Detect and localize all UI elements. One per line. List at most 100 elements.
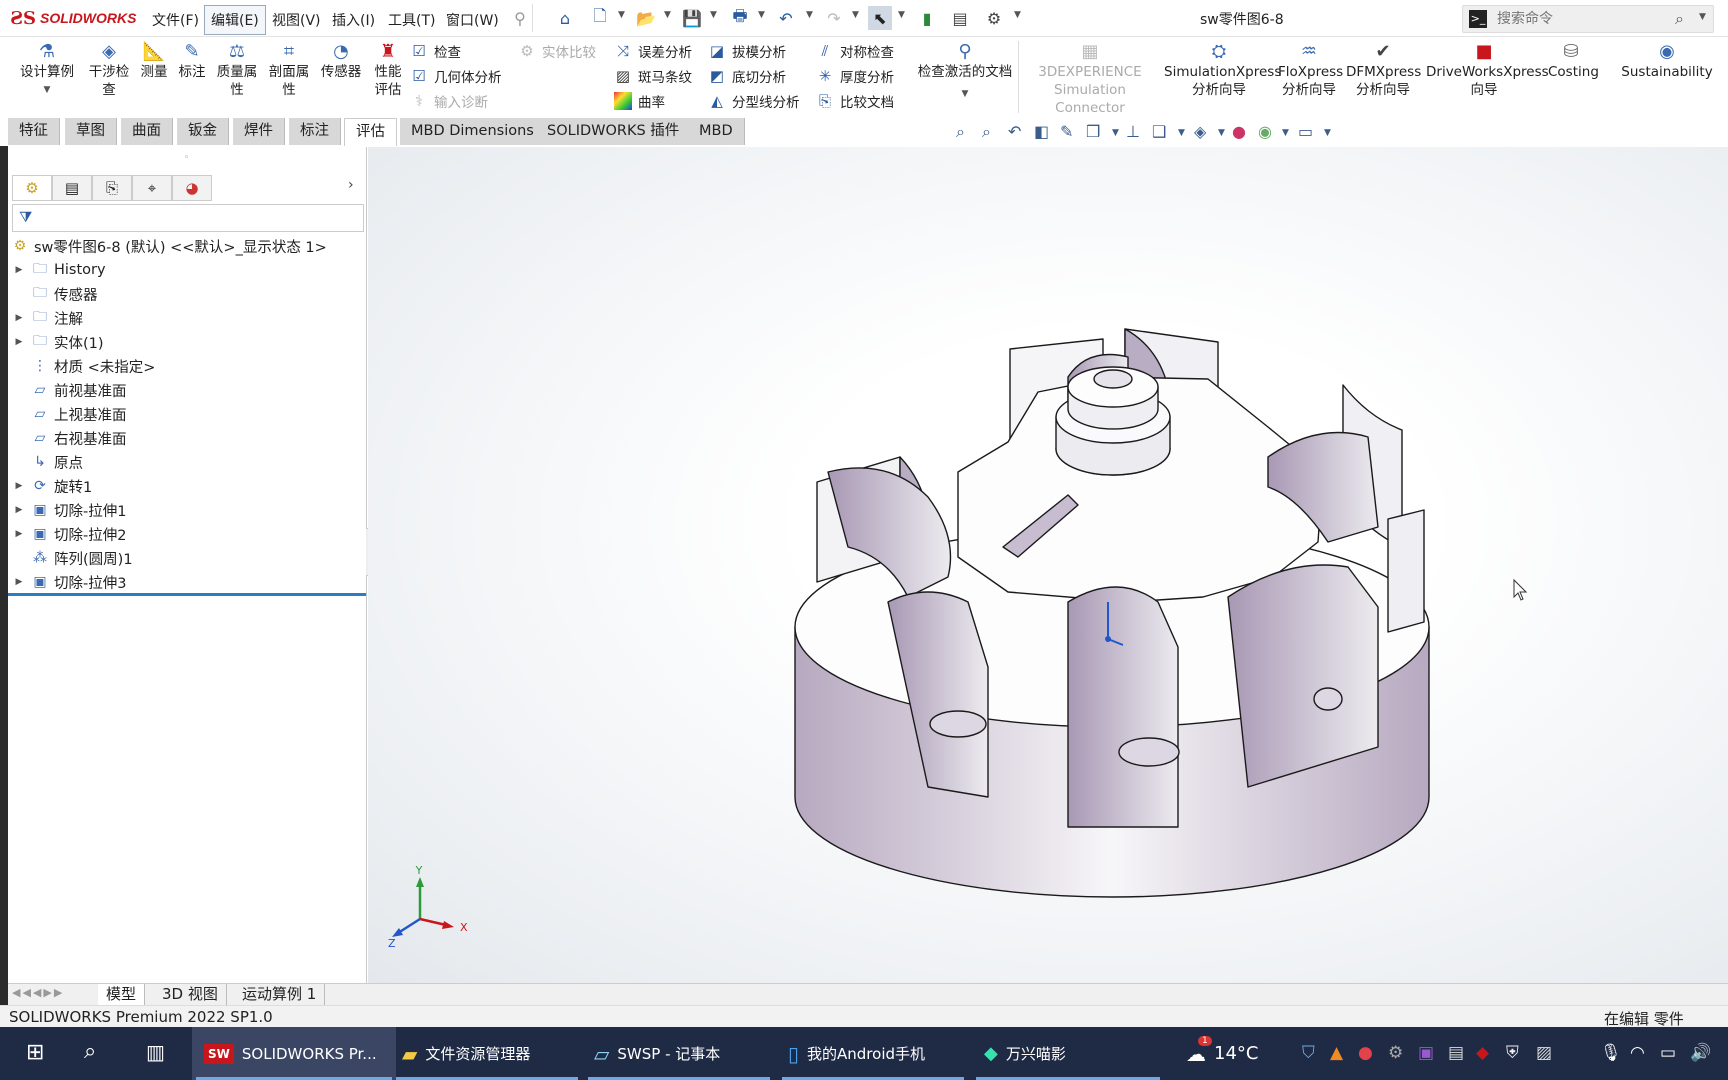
clipboard-icon[interactable]: ▤ — [1448, 1043, 1464, 1063]
chevron-down-icon[interactable]: ▼ — [1324, 128, 1331, 138]
mass-properties-button[interactable]: ⚖ 质量属 性 — [212, 41, 262, 99]
simulation-connector-button[interactable]: ▦ 3DEXPERIENCE Simulation Connector — [1022, 41, 1158, 117]
search-icon[interactable]: ⌕ — [84, 1039, 96, 1064]
search-input[interactable] — [1495, 9, 1659, 29]
tree-item[interactable]: ↳ 原点 — [8, 451, 83, 473]
tree-item[interactable]: ⁂ 阵列(圆周)1 — [8, 547, 133, 569]
chevron-down-icon[interactable]: ▼ — [618, 10, 625, 20]
chevron-down-icon[interactable]: ▼ — [664, 10, 671, 20]
display-monitor-icon[interactable]: ▭ — [1298, 122, 1313, 141]
chevron-down-icon[interactable]: ▼ — [710, 10, 717, 20]
chevron-down-icon[interactable]: ▼ — [1112, 128, 1119, 138]
menu-edit[interactable]: 编辑(E) — [204, 5, 266, 35]
chevron-down-icon[interactable]: ▼ — [1014, 10, 1021, 20]
tab-property-manager[interactable]: ▤ — [52, 175, 92, 201]
tree-root[interactable]: ⚙ sw零件图6-8 (默认) <<默认>_显示状态 1> — [10, 235, 327, 257]
tray-settings-icon[interactable]: ⚙ — [1388, 1043, 1403, 1063]
view-settings-icon[interactable]: ◈ — [1194, 122, 1206, 141]
wifi-icon[interactable]: ◠ — [1630, 1043, 1645, 1063]
tree-item[interactable]: ▶ ▣ 切除-拉伸3 — [8, 571, 127, 593]
taskbar-phone-link[interactable]: ▯ 我的Android手机 — [778, 1027, 968, 1080]
tab-dimxpert-manager[interactable]: ⌖ — [132, 175, 172, 201]
weather-widget[interactable]: ☁ 1 14°C — [1186, 1027, 1286, 1080]
chevron-down-icon[interactable]: ▼ — [1699, 12, 1706, 22]
menu-view[interactable]: 视图(V) — [266, 8, 327, 32]
measure-button[interactable]: 📐 测量 — [136, 41, 172, 81]
tree-item[interactable]: ▶ ▣ 切除-拉伸1 — [8, 499, 127, 521]
save-icon[interactable]: 💾 — [680, 6, 704, 30]
rebuild-icon[interactable]: ▮ — [915, 6, 939, 30]
taskbar-solidworks[interactable]: SW SOLIDWORKS Pr... — [192, 1027, 396, 1080]
import-diagnostics-button[interactable]: ⚕ 输入诊断 — [410, 90, 488, 112]
redo-icon[interactable]: ↷ — [822, 6, 846, 30]
tree-item[interactable]: 🗀 传感器 — [8, 283, 98, 305]
chevron-down-icon[interactable]: ▼ — [852, 10, 859, 20]
solidworks-logo[interactable]: ƧS SOLIDWORKS — [10, 6, 136, 30]
open-folder-icon[interactable]: 📂 — [634, 6, 658, 30]
dynamic-annotation-icon[interactable]: ✎ — [1060, 122, 1073, 141]
chevron-right-icon[interactable]: › — [348, 177, 354, 193]
tab-mbd[interactable]: MBD — [688, 118, 745, 145]
tree-item[interactable]: ▱ 右视基准面 — [8, 427, 127, 449]
graphics-area[interactable]: Y X Z — [368, 147, 1728, 983]
tree-filter[interactable]: ⧩ — [12, 204, 364, 232]
microphone-icon[interactable]: 🎙 — [1600, 1043, 1622, 1063]
curvature-button[interactable]: 曲率 — [614, 90, 665, 112]
tab-solidworks-addins[interactable]: SOLIDWORKS 插件 — [536, 118, 692, 145]
tree-item[interactable]: ▶ 🗀 实体(1) — [8, 331, 104, 353]
new-document-icon[interactable]: 🗋 — [588, 6, 612, 30]
design-study-button[interactable]: ⚗ 设计算例 ▼ — [14, 41, 80, 99]
tab-sheet-metal[interactable]: 钣金 — [177, 118, 229, 145]
zoom-to-fit-icon[interactable]: ⌕ — [956, 122, 965, 142]
expand-arrow-icon[interactable]: ▶ — [8, 577, 30, 587]
pin-icon[interactable]: ⚲ — [508, 6, 532, 30]
file-properties-icon[interactable]: ▤ — [948, 6, 972, 30]
taskbar-file-explorer[interactable]: ▰ 文件资源管理器 — [392, 1027, 582, 1080]
taskbar-notepad[interactable]: ▱ SWSP - 记事本 — [584, 1027, 774, 1080]
tab-weldments[interactable]: 焊件 — [233, 118, 285, 145]
expand-arrow-icon[interactable]: ▶ — [8, 481, 30, 491]
parting-line-analysis-button[interactable]: ◭ 分型线分析 — [708, 90, 799, 112]
security-shield-icon[interactable]: ⛉ — [1302, 1043, 1315, 1063]
chevron-down-icon[interactable]: ▼ — [758, 10, 765, 20]
chevron-down-icon[interactable]: ▼ — [1282, 128, 1289, 138]
tree-item[interactable]: ▶ 🗀 History — [8, 259, 106, 281]
expand-arrow-icon[interactable]: ▶ — [8, 265, 30, 275]
tab-sketch[interactable]: 草图 — [65, 118, 117, 145]
print-icon[interactable]: 🖶 — [728, 6, 752, 30]
task-view-icon[interactable]: ▥ — [146, 1040, 165, 1064]
tree-item[interactable]: ▱ 上视基准面 — [8, 403, 127, 425]
deviation-analysis-button[interactable]: ⤨ 误差分析 — [614, 40, 692, 62]
draft-analysis-button[interactable]: ◪ 拔模分析 — [708, 40, 786, 62]
undercut-analysis-button[interactable]: ◩ 底切分析 — [708, 65, 786, 87]
undo-icon[interactable]: ↶ — [774, 6, 798, 30]
tab-mbd-dimensions[interactable]: MBD Dimensions — [400, 118, 546, 145]
battery-icon[interactable]: ▭ — [1660, 1043, 1676, 1063]
tab-configuration-manager[interactable]: ⎘ — [92, 175, 132, 201]
chevron-down-icon[interactable]: ▼ — [1218, 128, 1225, 138]
view-orientation-icon[interactable]: ❒ — [1086, 122, 1100, 141]
zebra-stripes-button[interactable]: ▨ 斑马条纹 — [614, 65, 692, 87]
tray-record-icon[interactable]: ● — [1358, 1043, 1373, 1063]
search-icon[interactable]: ⌕ — [1675, 9, 1684, 29]
tree-item[interactable]: ⋮ 材质 <未指定> — [8, 355, 155, 377]
hide-show-items-icon[interactable]: ❑ — [1152, 122, 1166, 141]
volume-icon[interactable]: 🔊 — [1690, 1043, 1711, 1063]
scene-icon[interactable]: ◉ — [1258, 122, 1272, 141]
taskbar-filmora[interactable]: ◆ 万兴喵影 — [972, 1027, 1164, 1080]
symmetry-check-button[interactable]: ⫽ 对称检查 — [816, 40, 894, 62]
expand-arrow-icon[interactable]: ▶ — [8, 505, 30, 515]
compare-documents-button[interactable]: ⎘ 比较文档 — [816, 90, 894, 112]
onenote-icon[interactable]: ▣ — [1418, 1043, 1434, 1063]
select-cursor-icon[interactable]: ⬉ — [868, 6, 892, 30]
expand-arrow-icon[interactable]: ▶ — [8, 529, 30, 539]
chevron-down-icon[interactable]: ▼ — [912, 85, 1018, 103]
tree-item[interactable]: ▶ 🗀 注解 — [8, 307, 83, 329]
floxpress-button[interactable]: ♒ FloXpress 分析向导 — [1278, 41, 1343, 99]
dfmxpress-button[interactable]: ✔ DFMXpress 分析向导 — [1346, 41, 1421, 99]
command-search[interactable]: >_ ⌕ ▼ — [1462, 5, 1714, 33]
check-button[interactable]: ☑ 检查 — [410, 40, 461, 62]
menu-tools[interactable]: 工具(T) — [382, 8, 441, 32]
rollback-bar[interactable] — [8, 593, 366, 596]
markup-button[interactable]: ✎ 标注 — [174, 41, 210, 81]
